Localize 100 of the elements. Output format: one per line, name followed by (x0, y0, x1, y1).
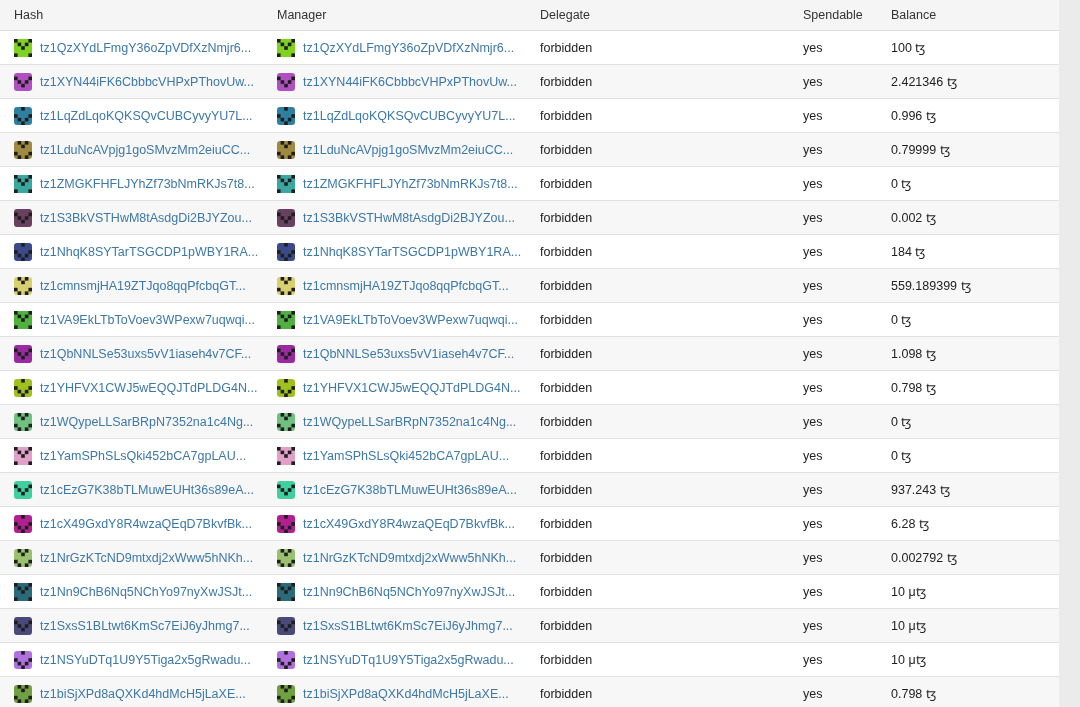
delegate-cell: forbidden (540, 108, 593, 123)
manager-link[interactable]: tz1NSYuDTq1U9Y5Tiga2x5gRwadu... (303, 652, 514, 667)
manager-link[interactable]: tz1VA9EkLTbToVoev3WPexw7uqwqi... (303, 312, 518, 327)
column-header[interactable]: Hash (14, 8, 44, 22)
spendable-cell: yes (803, 550, 823, 565)
column-header[interactable]: Spendable (803, 8, 863, 22)
spendable-cell: yes (803, 482, 823, 497)
delegate-cell: forbidden (540, 244, 593, 259)
spendable-cell: yes (803, 312, 823, 327)
balance-cell-text: 10 μꜩ (891, 652, 926, 668)
manager-link[interactable]: tz1NrGzKTcND9mtxdj2xWww5hNKh... (303, 550, 517, 565)
balance-cell-text: 1.098 ꜩ (891, 346, 936, 362)
spendable-cell: yes (803, 584, 823, 599)
column-header[interactable]: Delegate (540, 8, 591, 22)
spendable-cell: yes (803, 618, 823, 633)
balance-cell-text: 559.189399 ꜩ (891, 278, 971, 294)
manager-link[interactable]: tz1ZMGKFHFLJYhZf73bNmRKJs7t8... (303, 176, 518, 191)
spendable-cell: yes (803, 176, 823, 191)
hash-link[interactable]: tz1NrGzKTcND9mtxdj2xWww5hNKh... (40, 550, 254, 565)
delegate-cell: forbidden (540, 482, 593, 497)
manager-link[interactable]: tz1LduNcAVpjg1goSMvzMm2eiuCC... (303, 142, 514, 157)
spendable-cell: yes (803, 244, 823, 259)
hash-link[interactable]: tz1cmnsmjHA19ZTJqo8qqPfcbqGT... (40, 278, 246, 293)
spendable-cell: yes (803, 686, 823, 701)
balance-cell-text: 0.002792 ꜩ (891, 550, 957, 566)
hash-link[interactable]: tz1Nn9ChB6Nq5NChYo97nyXwJSJt... (40, 584, 253, 599)
balance-cell-text: 0 ꜩ (891, 312, 912, 328)
spendable-cell: yes (803, 380, 823, 395)
delegate-cell: forbidden (540, 652, 593, 667)
balance-cell-text: 0 ꜩ (891, 176, 912, 192)
manager-link[interactable]: tz1cEzG7K38bTLMuwEUHt36s89eA... (303, 482, 517, 497)
balance-cell-text: 6.28 ꜩ (891, 516, 929, 532)
hash-link[interactable]: tz1QbNNLSe53uxs5vV1iaseh4v7CF... (40, 346, 252, 361)
hash-link[interactable]: tz1cX49GxdY8R4wzaQEqD7BkvfBk... (40, 516, 252, 531)
spendable-cell: yes (803, 108, 823, 123)
spendable-cell: yes (803, 210, 823, 225)
delegate-cell: forbidden (540, 584, 593, 599)
manager-link[interactable]: tz1NhqK8SYTarTSGCDP1pWBY1RA... (303, 244, 522, 259)
spendable-cell: yes (803, 516, 823, 531)
delegate-cell: forbidden (540, 516, 593, 531)
delegate-cell: forbidden (540, 618, 593, 633)
delegate-cell: forbidden (540, 142, 593, 157)
manager-link[interactable]: tz1WQypeLLSarBRpN7352na1c4Ng... (303, 414, 517, 429)
balance-cell-text: 100 ꜩ (891, 40, 926, 56)
balance-cell-text: 0.798 ꜩ (891, 380, 936, 396)
hash-link[interactable]: tz1S3BkVSTHwM8tAsdgDi2BJYZou... (40, 210, 252, 225)
hash-link[interactable]: tz1cEzG7K38bTLMuwEUHt36s89eA... (40, 482, 254, 497)
spendable-cell: yes (803, 448, 823, 463)
hash-link[interactable]: tz1LduNcAVpjg1goSMvzMm2eiuCC... (40, 142, 251, 157)
delegate-cell: forbidden (540, 74, 593, 89)
delegate-cell: forbidden (540, 380, 593, 395)
hash-link[interactable]: tz1WQypeLLSarBRpN7352na1c4Ng... (40, 414, 254, 429)
hash-link[interactable]: tz1ZMGKFHFLJYhZf73bNmRKJs7t8... (40, 176, 255, 191)
manager-link[interactable]: tz1LqZdLqoKQKSQvCUBCyvyYU7L... (303, 108, 516, 123)
delegate-cell: forbidden (540, 278, 593, 293)
column-header[interactable]: Balance (891, 8, 937, 22)
manager-link[interactable]: tz1biSjXPd8aQXKd4hdMcH5jLaXE... (303, 686, 509, 701)
balance-cell-text: 0.79999 ꜩ (891, 142, 950, 158)
manager-link[interactable]: tz1QbNNLSe53uxs5vV1iaseh4v7CF... (303, 346, 515, 361)
balance-cell-text: 10 μꜩ (891, 584, 926, 600)
balance-cell-text: 0 ꜩ (891, 414, 912, 430)
hash-link[interactable]: tz1LqZdLqoKQKSQvCUBCyvyYU7L... (40, 108, 253, 123)
hash-link[interactable]: tz1QzXYdLFmgY36oZpVDfXzNmjr6... (40, 40, 252, 55)
balance-cell-text: 937.243 ꜩ (891, 482, 950, 498)
delegate-cell: forbidden (540, 414, 593, 429)
delegate-cell: forbidden (540, 312, 593, 327)
hash-link[interactable]: tz1NSYuDTq1U9Y5Tiga2x5gRwadu... (40, 652, 251, 667)
manager-link[interactable]: tz1SxsS1BLtwt6KmSc7EiJ6yJhmg7... (303, 618, 513, 633)
delegate-cell: forbidden (540, 346, 593, 361)
manager-link[interactable]: tz1S3BkVSTHwM8tAsdgDi2BJYZou... (303, 210, 515, 225)
balance-cell-text: 184 ꜩ (891, 244, 926, 260)
delegate-cell: forbidden (540, 550, 593, 565)
balance-cell-text: 0.996 ꜩ (891, 108, 936, 124)
manager-link[interactable]: tz1YHFVX1CWJ5wEQQJTdPLDG4N... (303, 380, 521, 395)
balance-cell-text: 0 ꜩ (891, 448, 912, 464)
spendable-cell: yes (803, 142, 823, 157)
delegate-cell: forbidden (540, 40, 593, 55)
hash-link[interactable]: tz1XYN44iFK6CbbbcVHPxPThovUw... (40, 74, 254, 89)
hash-link[interactable]: tz1biSjXPd8aQXKd4hdMcH5jLaXE... (40, 686, 246, 701)
manager-link[interactable]: tz1YamSPhSLsQki452bCA7gpLAU... (303, 448, 510, 463)
delegate-cell: forbidden (540, 210, 593, 225)
spendable-cell: yes (803, 74, 823, 89)
manager-link[interactable]: tz1Nn9ChB6Nq5NChYo97nyXwJSJt... (303, 584, 516, 599)
delegate-cell: forbidden (540, 448, 593, 463)
hash-link[interactable]: tz1YHFVX1CWJ5wEQQJTdPLDG4N... (40, 380, 258, 395)
manager-link[interactable]: tz1XYN44iFK6CbbbcVHPxPThovUw... (303, 74, 517, 89)
manager-link[interactable]: tz1QzXYdLFmgY36oZpVDfXzNmjr6... (303, 40, 515, 55)
balance-cell-text: 2.421346 ꜩ (891, 74, 957, 90)
spendable-cell: yes (803, 346, 823, 361)
manager-link[interactable]: tz1cX49GxdY8R4wzaQEqD7BkvfBk... (303, 516, 515, 531)
column-header[interactable]: Manager (277, 8, 327, 22)
delegate-cell: forbidden (540, 686, 593, 701)
hash-link[interactable]: tz1VA9EkLTbToVoev3WPexw7uqwqi... (40, 312, 255, 327)
spendable-cell: yes (803, 414, 823, 429)
delegate-cell: forbidden (540, 176, 593, 191)
hash-link[interactable]: tz1SxsS1BLtwt6KmSc7EiJ6yJhmg7... (40, 618, 250, 633)
hash-link[interactable]: tz1YamSPhSLsQki452bCA7gpLAU... (40, 448, 247, 463)
spendable-cell: yes (803, 278, 823, 293)
hash-link[interactable]: tz1NhqK8SYTarTSGCDP1pWBY1RA... (40, 244, 259, 259)
manager-link[interactable]: tz1cmnsmjHA19ZTJqo8qqPfcbqGT... (303, 278, 509, 293)
